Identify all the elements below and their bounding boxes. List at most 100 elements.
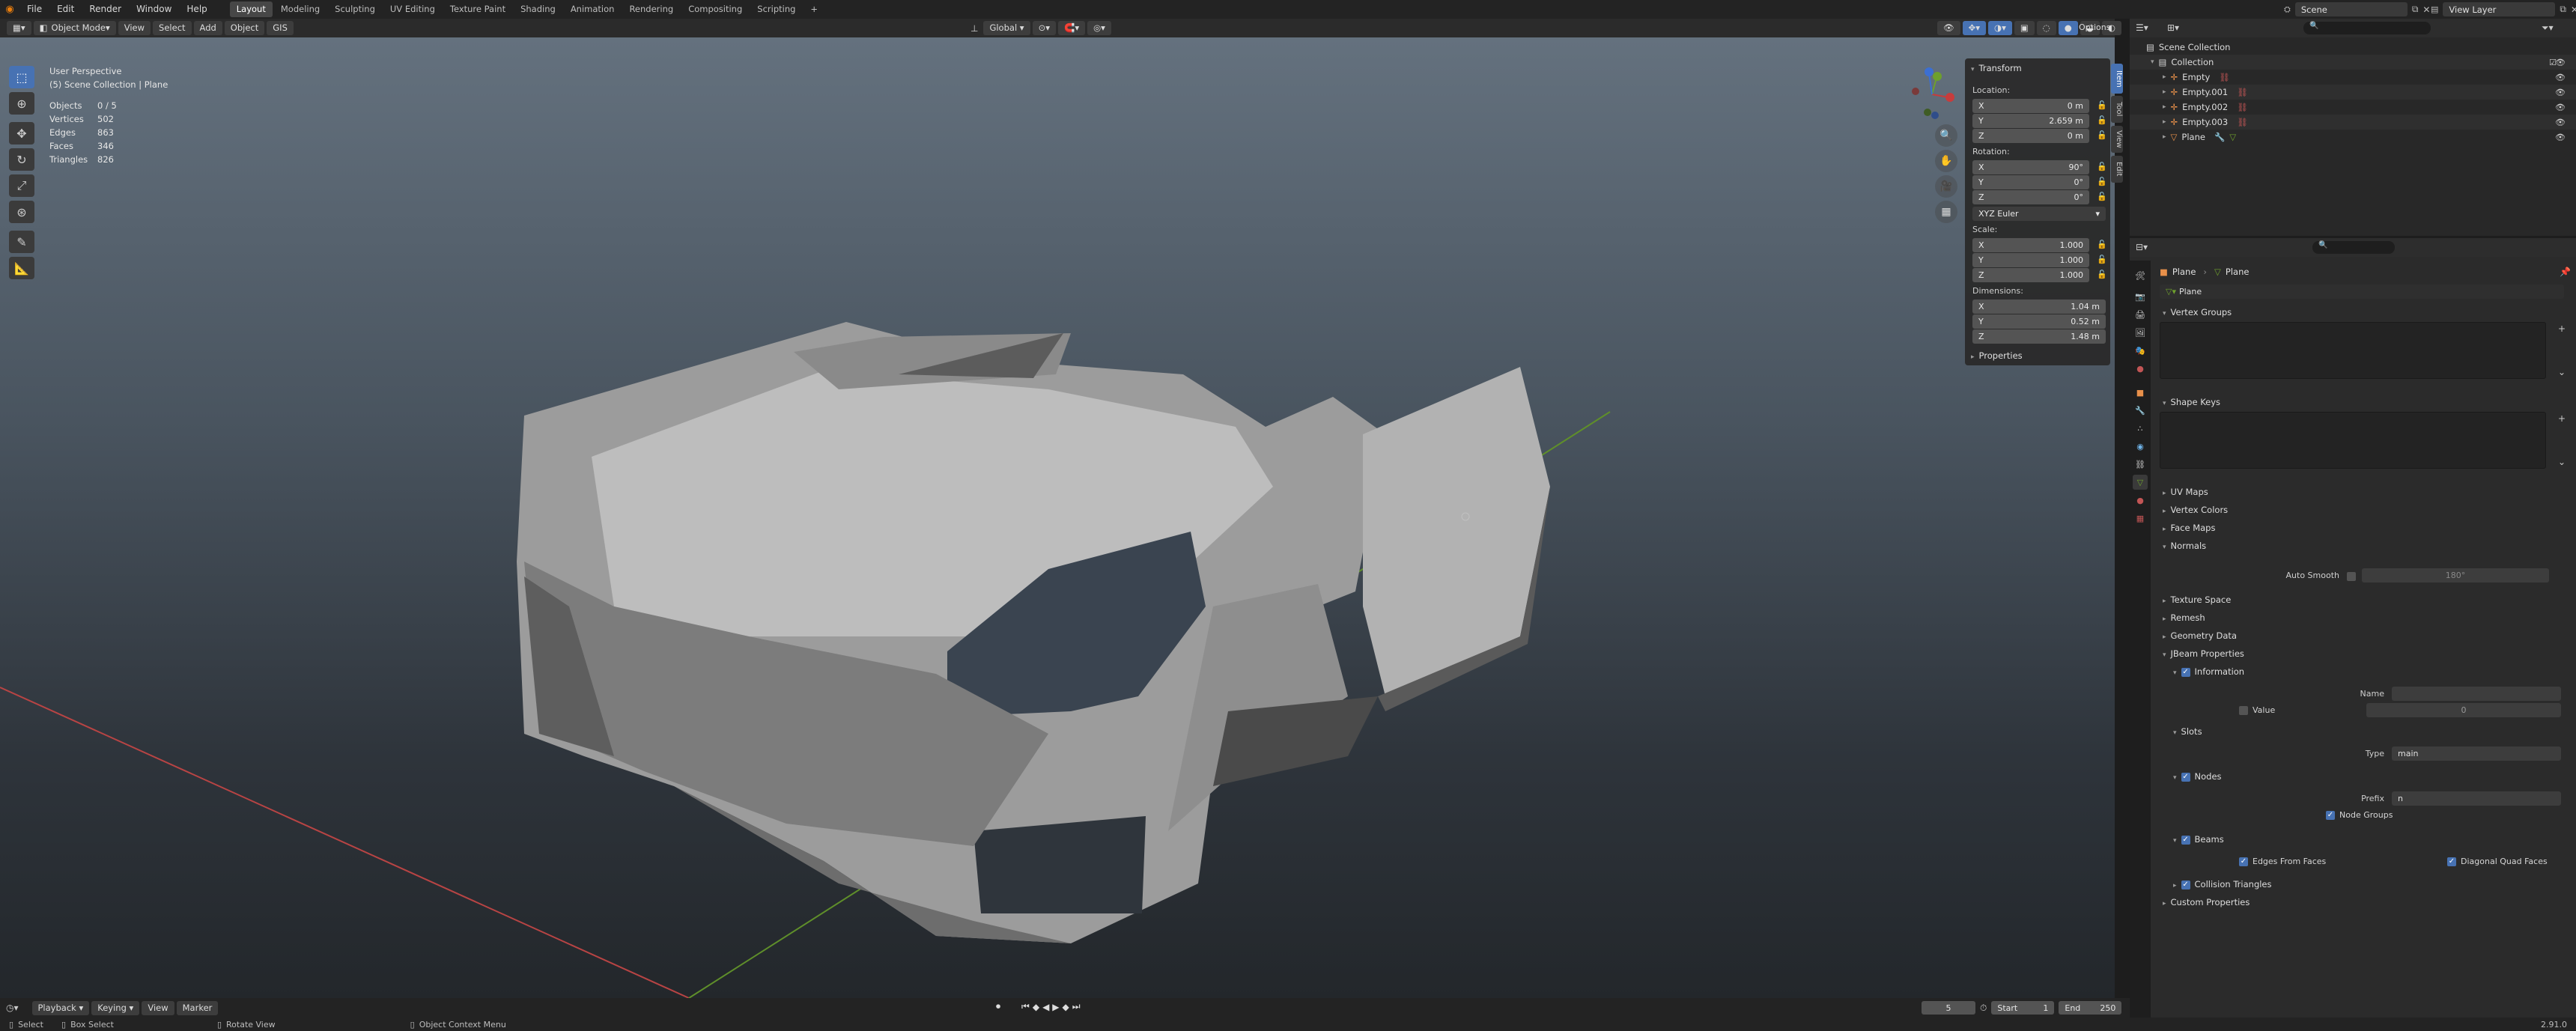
perspective-toggle-button[interactable]: ▦ [1935,201,1957,223]
options-label[interactable]: Options [2079,22,2110,32]
mesh-name-field[interactable]: ▽▾ Plane [2160,285,2564,299]
outliner-row-empty[interactable]: ▸ ✛ Empty ⛓ 👁 [2130,70,2576,85]
scale-y-field[interactable]: Y 1.000 [1972,253,2089,267]
new-scene-icon[interactable]: ⧉ [2412,4,2419,15]
tab-texture[interactable]: ▦ [2133,511,2148,526]
properties-panel-header[interactable]: ▸ Properties [1971,350,2023,361]
shading-wireframe-button[interactable]: ◌ [2036,21,2056,35]
menu-timeline-view[interactable]: View [142,1000,174,1015]
record-icon[interactable]: ⏺ [996,1001,1000,1012]
tab-animation[interactable]: Animation [564,1,622,17]
prev-keyframe-icon[interactable]: ◆ [1033,1002,1039,1012]
diagonal-quad-faces-checkbox[interactable]: ✓ Diagonal Quad Faces [2447,857,2548,866]
rotation-x-field[interactable]: X 90° [1972,160,2089,174]
add-workspace-button[interactable]: + [804,1,824,17]
tab-tool[interactable]: 🛠 [2133,268,2148,283]
cursor-tool[interactable]: ⊕ [9,92,34,115]
pin-icon[interactable]: 📌 [2560,267,2571,277]
visibility-button[interactable]: 👁▾ [1937,21,1960,47]
blender-logo-icon[interactable]: ◉ [0,4,19,15]
navigation-gizmo[interactable] [1902,64,1962,124]
outliner-row-empty-001[interactable]: ▸ ✛ Empty.001 ⛓ 👁 [2130,85,2576,100]
delete-view-layer-icon[interactable]: ✕ [2571,4,2576,15]
menu-marker[interactable]: Marker [176,1000,219,1015]
rotation-y-field[interactable]: Y 0° [1972,175,2089,189]
jump-end-icon[interactable]: ⏭ [1072,1001,1081,1012]
play-reverse-icon[interactable]: ◀ [1042,1002,1049,1012]
editor-type-icon[interactable]: ⊟▾ [2136,242,2148,252]
subpanel-information[interactable]: ▾ ✓ Information [2173,666,2244,677]
eye-icon[interactable]: 👁 [2555,103,2566,112]
lock-icon[interactable]: 🔓 [2097,177,2107,186]
panel-vertex-groups[interactable]: ▾ Vertex Groups [2163,307,2232,317]
proportional-edit-button[interactable]: ◎▾ [1087,21,1111,35]
edges-from-faces-checkbox[interactable]: ✓ Edges From Faces [2239,857,2326,866]
panel-vertex-colors[interactable]: ▸ Vertex Colors [2163,505,2228,515]
properties-search-input[interactable]: 🔍 [2312,241,2395,254]
menu-edit[interactable]: Edit [49,0,82,19]
tab-sculpting[interactable]: Sculpting [328,1,382,17]
sidebar-tab-edit[interactable]: Edit [2111,156,2123,183]
gizmo-z-icon[interactable] [1925,67,1933,76]
tab-compositing[interactable]: Compositing [681,1,749,17]
pan-view-button[interactable]: ✋ [1935,150,1957,172]
lock-icon[interactable]: 🔓 [2097,100,2107,110]
add-vertex-group-button[interactable]: + [2558,323,2566,334]
shape-keys-list[interactable] [2160,412,2546,469]
rotation-mode-selector[interactable]: XYZ Euler ▾ [1972,207,2106,221]
menu-playback[interactable]: Playback ▾ [31,1000,90,1015]
sidebar-tab-item[interactable]: Item [2111,64,2123,94]
display-mode-icon[interactable]: ⊞▾ [2167,22,2179,33]
current-frame-field[interactable]: 5 [1922,1001,1975,1015]
gizmo-x-icon[interactable] [1945,93,1954,102]
panel-jbeam-properties[interactable]: ▾ JBeam Properties [2163,648,2244,659]
panel-geometry-data[interactable]: ▸ Geometry Data [2163,630,2237,641]
rotate-tool[interactable]: ↻ [9,148,34,171]
add-shape-key-button[interactable]: + [2558,413,2566,424]
viewport-scene[interactable] [0,37,2115,998]
vertex-group-menu-button[interactable]: ⌄ [2558,367,2566,377]
value-checkbox[interactable]: Value [2239,705,2275,715]
end-frame-field[interactable]: End 250 [2059,1001,2122,1015]
shading-solid-button[interactable]: ● [2058,21,2078,35]
tab-modifiers[interactable]: 🔧 [2133,403,2148,418]
view-layer-selector[interactable]: View Layer [2443,2,2556,16]
pivot-point-button[interactable]: ⊙▾ [1032,21,1056,35]
tab-uv-editing[interactable]: UV Editing [383,1,442,17]
tab-render[interactable]: 📷 [2133,289,2148,304]
dimensions-x-field[interactable]: X 1.04 m [1972,299,2106,314]
tab-scene[interactable]: 🎭 [2133,343,2148,358]
vertex-groups-list[interactable] [2160,322,2546,379]
node-groups-checkbox[interactable]: ✓ Node Groups [2326,810,2393,820]
scale-z-field[interactable]: Z 1.000 [1972,268,2089,282]
tab-constraints[interactable]: ⛓ [2133,457,2148,472]
tab-view-layer[interactable]: 🖼 [2133,325,2148,340]
menu-file[interactable]: File [19,0,49,19]
scale-tool[interactable]: ⤢ [9,174,34,197]
lock-icon[interactable]: 🔓 [2097,192,2107,201]
lock-icon[interactable]: 🔓 [2097,130,2107,140]
menu-render[interactable]: Render [82,0,129,19]
lock-icon[interactable]: 🔓 [2097,115,2107,125]
gizmo-button[interactable]: ✥▾ [1962,21,1987,35]
editor-type-icon[interactable]: ☰▾ [2136,22,2148,33]
subpanel-slots[interactable]: ▾ Slots [2173,726,2202,737]
eye-icon[interactable]: 👁 [2555,58,2566,67]
sidebar-tab-view[interactable]: View [2111,126,2123,153]
tab-world[interactable]: ● [2133,361,2148,376]
lock-icon[interactable]: 🔓 [2097,162,2107,171]
menu-object[interactable]: Object [224,21,265,35]
jump-start-icon[interactable]: ⏮ [1021,1001,1030,1012]
location-x-field[interactable]: X0 m [1972,99,2089,113]
transform-orientation-selector[interactable]: Global ▾ [983,21,1030,35]
gizmo-y-icon[interactable] [1933,72,1942,81]
dimensions-y-field[interactable]: Y 0.52 m [1972,314,2106,329]
tab-shading[interactable]: Shading [514,1,562,17]
outliner-row-empty-002[interactable]: ▸ ✛ Empty.002 ⛓ 👁 [2130,100,2576,115]
eye-icon[interactable]: 👁 [2555,73,2566,82]
move-tool[interactable]: ✥ [9,122,34,145]
sidebar-tab-tool[interactable]: Tool [2111,96,2123,123]
tab-data[interactable]: ▽ [2133,475,2148,490]
location-y-field[interactable]: Y 2.659 m [1972,114,2089,128]
lock-icon[interactable]: 🔓 [2097,240,2107,249]
